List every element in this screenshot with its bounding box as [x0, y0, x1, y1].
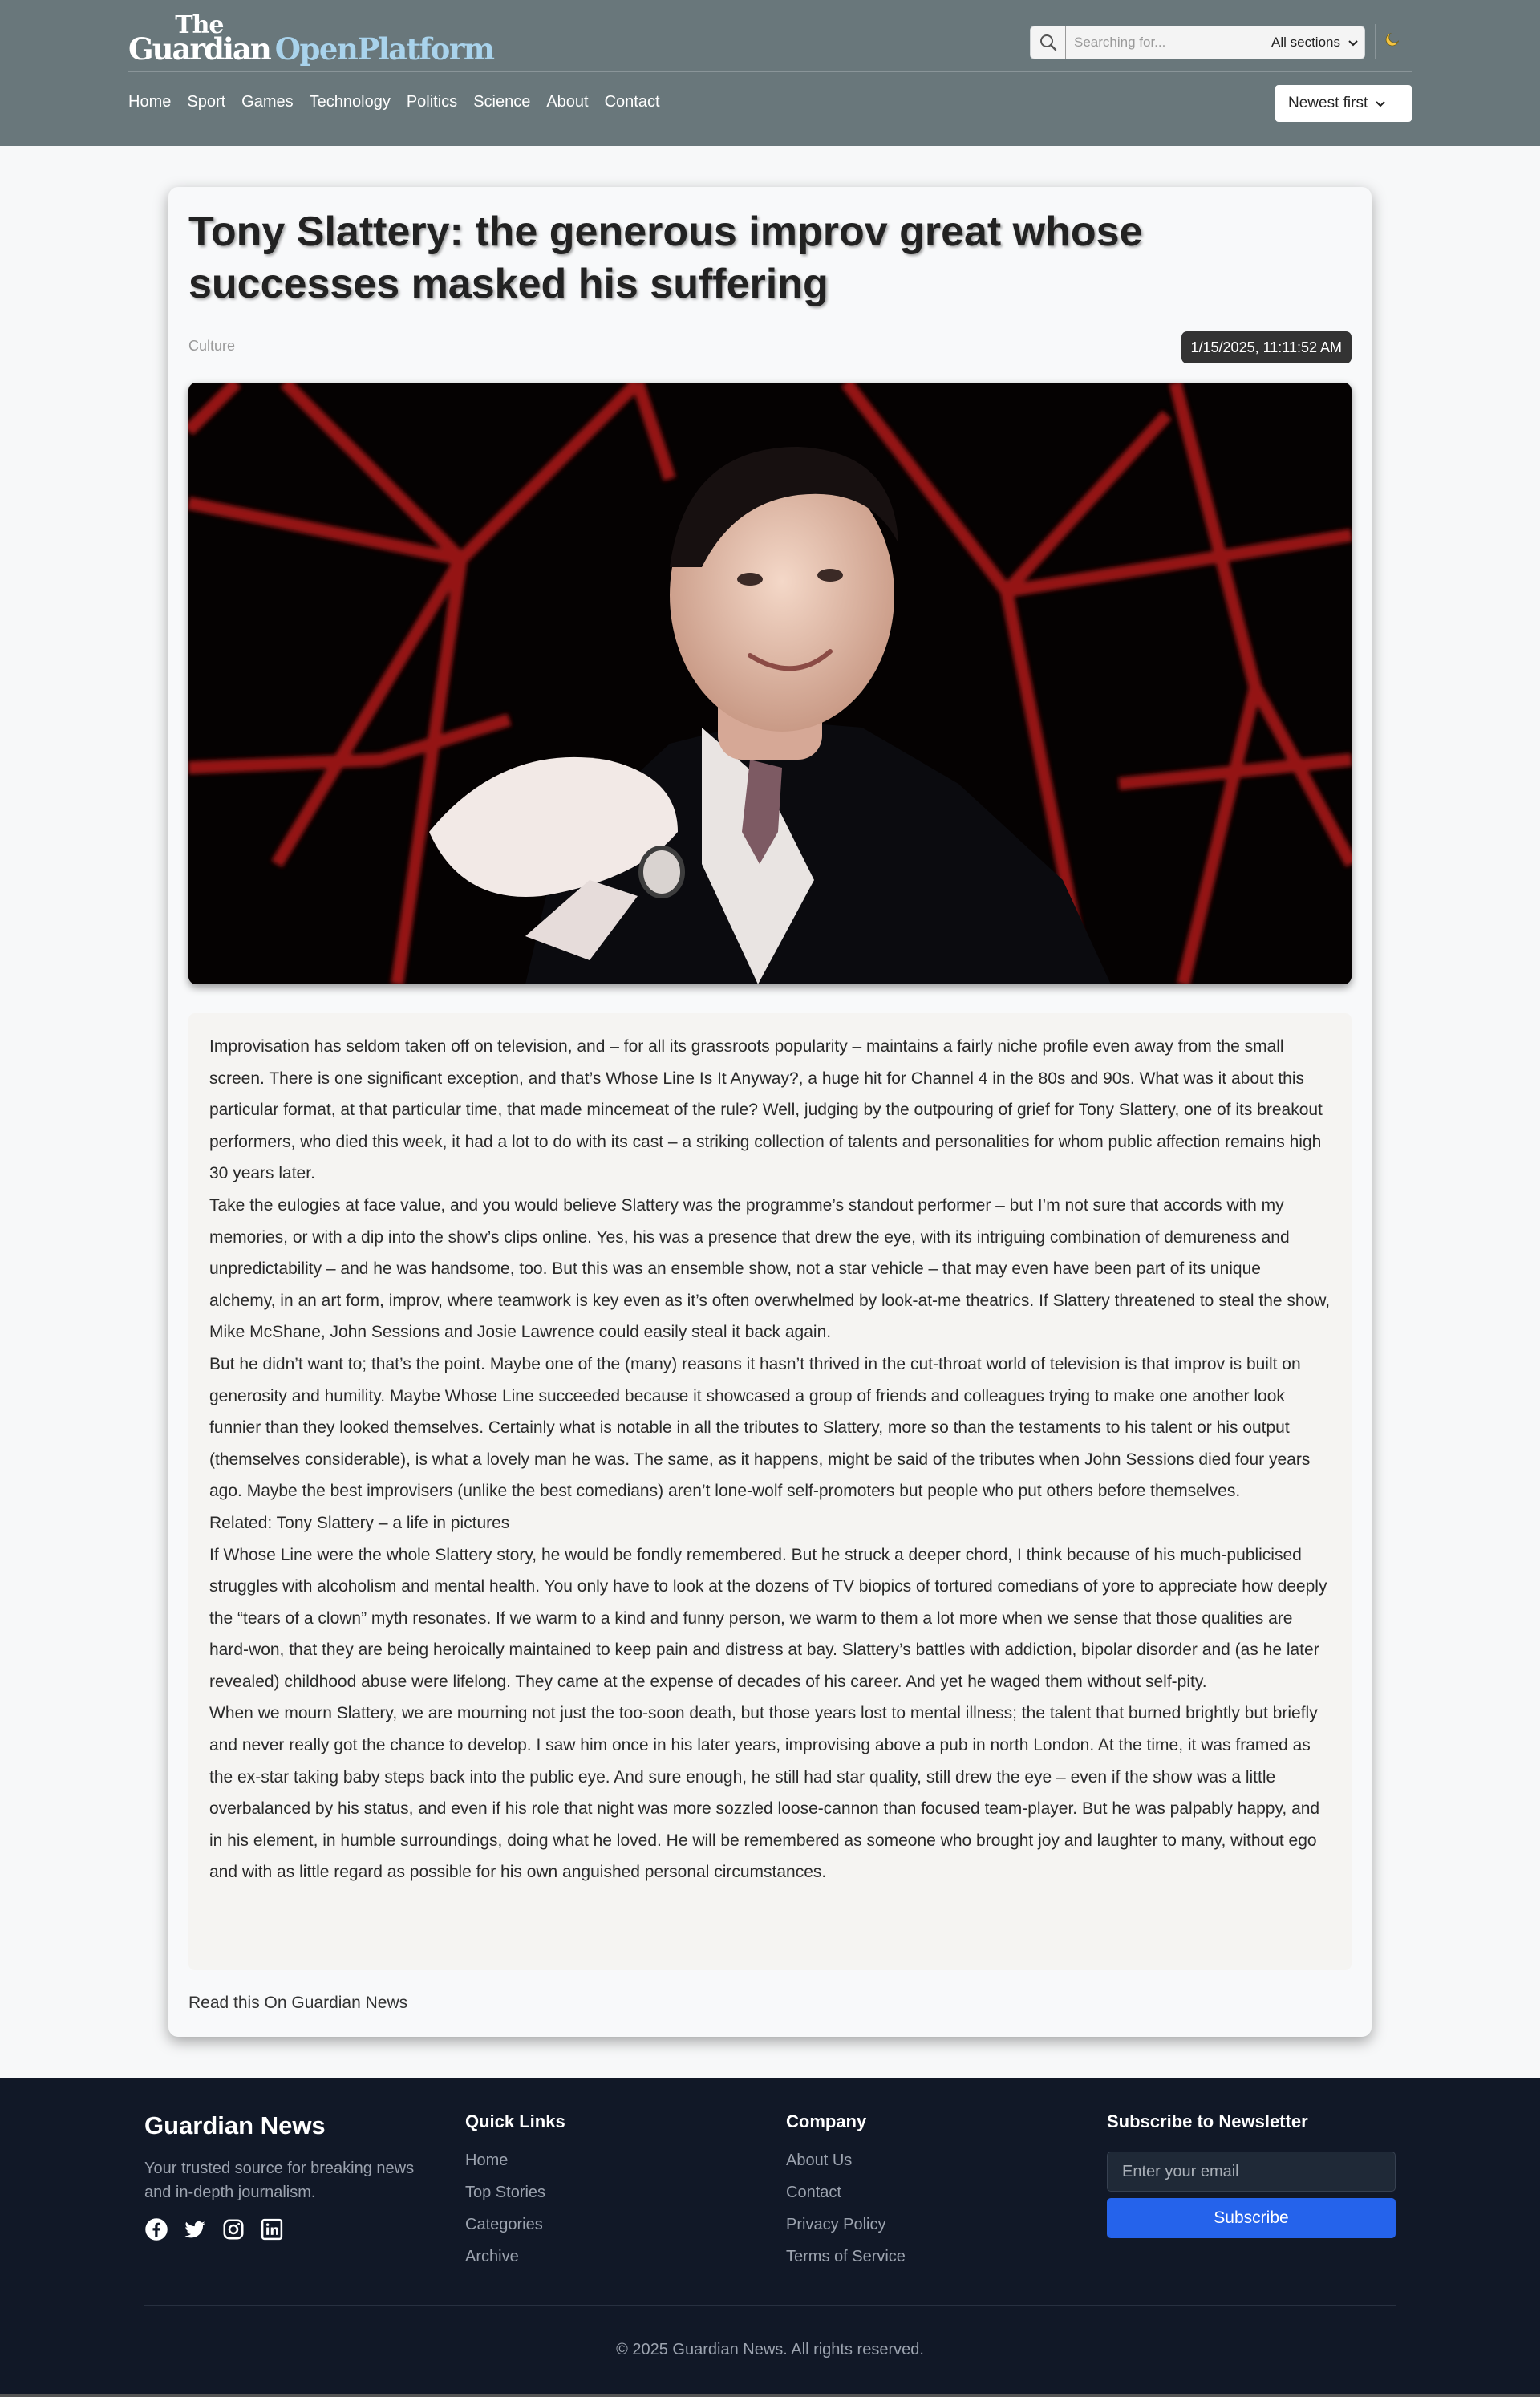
sort-order-value: Newest first — [1288, 95, 1368, 112]
chevron-down-icon — [1348, 34, 1358, 51]
footer-quick-links: Quick Links Home Top Stories Categories … — [465, 2111, 565, 2280]
nav-science[interactable]: Science — [473, 93, 530, 112]
footer-copyright: © 2025 Guardian News. All rights reserve… — [616, 2341, 924, 2358]
nav-politics[interactable]: Politics — [407, 93, 457, 112]
footer-link-about-us[interactable]: About Us — [786, 2152, 906, 2172]
article-paragraph: If Whose Line were the whole Slattery st… — [209, 1545, 1327, 1691]
search-bar: All sections — [1030, 26, 1365, 59]
nav-home[interactable]: Home — [128, 93, 171, 112]
logo-guardian: Guardian — [128, 31, 272, 67]
site-footer: Guardian News Your trusted source for br… — [0, 2078, 1540, 2397]
article-paragraph: When we mourn Slattery, we are mourning … — [209, 1704, 1320, 1882]
nav-games[interactable]: Games — [241, 93, 293, 112]
chevron-down-icon — [1376, 95, 1385, 112]
nav-contact[interactable]: Contact — [605, 93, 660, 112]
footer-link-terms-of-service[interactable]: Terms of Service — [786, 2248, 906, 2268]
article-paragraph: Improvisation has seldom taken off on te… — [209, 1037, 1323, 1183]
footer-link-categories[interactable]: Categories — [465, 2216, 565, 2236]
footer-company: Company About Us Contact Privacy Policy … — [786, 2111, 906, 2280]
footer-newsletter: Subscribe to Newsletter Subscribe — [1107, 2111, 1396, 2238]
article-body: Improvisation has seldom taken off on te… — [188, 1013, 1352, 1970]
footer-brand: Guardian News — [144, 2111, 326, 2139]
search-icon[interactable] — [1031, 26, 1066, 59]
main-nav: Home Sport Games Technology Politics Sci… — [128, 93, 660, 112]
search-input[interactable] — [1066, 34, 1242, 51]
header-divider — [128, 71, 1412, 72]
footer-tagline: Your trusted source for breaking news an… — [144, 2160, 415, 2201]
social-links — [144, 2217, 433, 2245]
footer-link-top-stories[interactable]: Top Stories — [465, 2184, 565, 2204]
guardian-wordmark: The Guardian — [128, 14, 272, 67]
company-heading: Company — [786, 2111, 867, 2131]
nav-about[interactable]: About — [546, 93, 588, 112]
logo-open-platform: OpenPlatform — [274, 31, 495, 67]
section-filter-value: All sections — [1271, 34, 1340, 50]
footer-link-archive[interactable]: Archive — [465, 2248, 565, 2268]
article-paragraph: Take the eulogies at face value, and you… — [209, 1195, 1331, 1342]
nav-technology[interactable]: Technology — [310, 93, 391, 112]
theme-toggle-button[interactable] — [1375, 24, 1408, 59]
footer-brand-column: Guardian News Your trusted source for br… — [144, 2111, 433, 2245]
nav-sport[interactable]: Sport — [187, 93, 225, 112]
newsletter-heading: Subscribe to Newsletter — [1107, 2111, 1308, 2131]
subscribe-button[interactable]: Subscribe — [1107, 2198, 1396, 2238]
guardian-open-platform-logo[interactable]: The Guardian OpenPlatform — [128, 14, 495, 67]
site-header: The Guardian OpenPlatform All sections H… — [0, 0, 1540, 146]
footer-link-privacy-policy[interactable]: Privacy Policy — [786, 2216, 906, 2236]
facebook-icon[interactable] — [144, 2217, 168, 2245]
sort-order-select[interactable]: Newest first — [1275, 85, 1412, 122]
footer-link-home[interactable]: Home — [465, 2152, 565, 2172]
twitter-icon[interactable] — [183, 2217, 207, 2245]
instagram-icon[interactable] — [221, 2217, 245, 2245]
page-bottom-border — [0, 2394, 1540, 2397]
newsletter-email-input[interactable] — [1107, 2152, 1396, 2192]
read-on-guardian-link[interactable]: Read this On Guardian News — [188, 1993, 407, 2013]
article-category: Culture — [188, 338, 236, 354]
linkedin-icon[interactable] — [260, 2217, 284, 2245]
moon-icon — [1384, 30, 1401, 53]
article-paragraph: But he didn’t want to; that’s the point.… — [209, 1354, 1311, 1501]
article-title: Tony Slattery: the generous improv great… — [188, 209, 1143, 307]
quick-links-heading: Quick Links — [465, 2111, 565, 2131]
related-link[interactable]: Related: Tony Slattery – a life in pictu… — [209, 1507, 1331, 1539]
article-card: Tony Slattery: the generous improv great… — [168, 187, 1372, 2037]
section-filter-select[interactable]: All sections — [1271, 34, 1358, 51]
footer-link-contact[interactable]: Contact — [786, 2184, 906, 2204]
article-date-badge: 1/15/2025, 11:11:52 AM — [1181, 331, 1352, 363]
article-photo — [188, 383, 1352, 984]
footer-divider — [144, 2305, 1396, 2306]
